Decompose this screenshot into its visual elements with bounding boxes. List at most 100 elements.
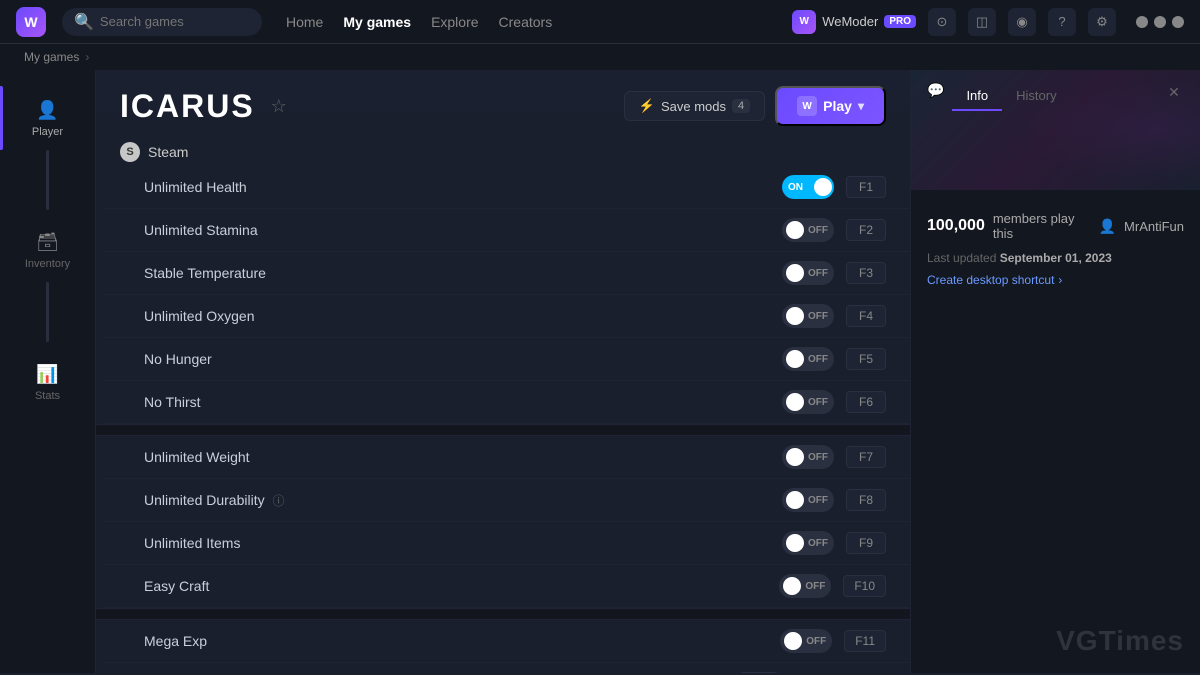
nav-creators[interactable]: Creators bbox=[499, 14, 553, 30]
tab-info[interactable]: Info bbox=[952, 82, 1002, 111]
sidebar-label-player: Player bbox=[32, 126, 63, 138]
breadcrumb-parent[interactable]: My games bbox=[24, 50, 79, 64]
toggle-no-hunger[interactable]: OFF bbox=[782, 347, 834, 371]
save-mods-button[interactable]: ⚡ Save mods 4 bbox=[624, 91, 765, 121]
steam-icon: S bbox=[120, 142, 140, 162]
wemodder-logo: W bbox=[792, 10, 816, 34]
mod-unlimited-oxygen: Unlimited Oxygen OFF F4 bbox=[104, 295, 910, 338]
toggle-unlimited-oxygen[interactable]: OFF bbox=[782, 304, 834, 328]
mod-name-unlimited-durability: Unlimited Durability ⓘ bbox=[144, 492, 770, 509]
sidebar-item-stats[interactable]: 📊 Stats bbox=[0, 350, 95, 414]
topnav: W 🔍 Home My games Explore Creators W WeM… bbox=[0, 0, 1200, 44]
search-bar[interactable]: 🔍 bbox=[62, 8, 262, 36]
info-icon-durability[interactable]: ⓘ bbox=[272, 494, 284, 508]
mod-name-stable-temperature: Stable Temperature bbox=[144, 265, 770, 281]
nav-icon-2[interactable]: ◫ bbox=[968, 8, 996, 36]
key-f1: F1 bbox=[846, 176, 886, 198]
chat-icon[interactable]: 💬 bbox=[927, 82, 944, 111]
sidebar-item-player[interactable]: 👤 Player bbox=[0, 86, 95, 150]
close-panel-button[interactable]: ✕ bbox=[1164, 82, 1184, 102]
save-count-badge: 4 bbox=[732, 99, 750, 113]
toggle-unlimited-durability[interactable]: OFF bbox=[782, 488, 834, 512]
nav-icon-settings[interactable]: ⚙ bbox=[1088, 8, 1116, 36]
main-layout: 👤 Player 🗃 Inventory 📊 Stats ICARUS ☆ ⚡ … bbox=[0, 70, 1200, 673]
game-title: ICARUS bbox=[120, 88, 255, 125]
mod-name-unlimited-health: Unlimited Health bbox=[144, 179, 770, 195]
close-button[interactable]: × bbox=[1172, 16, 1184, 28]
key-f2: F2 bbox=[846, 219, 886, 241]
key-f8: F8 bbox=[846, 489, 886, 511]
toggle-knob bbox=[786, 307, 804, 325]
maximize-button[interactable]: □ bbox=[1154, 16, 1166, 28]
play-label: Play bbox=[823, 98, 852, 114]
toggle-knob bbox=[786, 534, 804, 552]
panel-tabs: 💬 Info History ✕ bbox=[911, 70, 1200, 111]
nav-right: W WeModer PRO ⊙ ◫ ◉ ? ⚙ − □ × bbox=[792, 8, 1184, 36]
play-button[interactable]: W Play ▾ bbox=[775, 86, 886, 126]
toggle-unlimited-items[interactable]: OFF bbox=[782, 531, 834, 555]
nav-explore[interactable]: Explore bbox=[431, 14, 478, 30]
nav-my-games[interactable]: My games bbox=[343, 14, 411, 30]
mod-no-hunger: No Hunger OFF F5 bbox=[104, 338, 910, 381]
toggle-knob bbox=[786, 491, 804, 509]
mod-name-mega-exp: Mega Exp bbox=[144, 633, 768, 649]
window-controls: − □ × bbox=[1136, 16, 1184, 28]
panel-content: 100,000 members play this 👤 MrAntiFun La… bbox=[911, 111, 1200, 303]
breadcrumb-separator: › bbox=[85, 50, 89, 64]
mod-name-unlimited-oxygen: Unlimited Oxygen bbox=[144, 308, 770, 324]
user-badge: W WeModer PRO bbox=[792, 10, 916, 34]
stats-icon: 📊 bbox=[36, 362, 60, 386]
player-icon: 👤 bbox=[36, 98, 60, 122]
inventory-icon: 🗃 bbox=[36, 230, 60, 254]
toggle-unlimited-weight[interactable]: OFF bbox=[782, 445, 834, 469]
breadcrumb: My games › bbox=[0, 44, 1200, 70]
nav-icon-discord[interactable]: ◉ bbox=[1008, 8, 1036, 36]
toggle-knob bbox=[786, 350, 804, 368]
key-f5: F5 bbox=[846, 348, 886, 370]
play-logo: W bbox=[797, 96, 817, 116]
steam-header: S Steam bbox=[96, 134, 910, 166]
key-f7: F7 bbox=[846, 446, 886, 468]
section-divider-1 bbox=[96, 424, 910, 436]
members-count: 100,000 bbox=[927, 217, 985, 235]
members-text: members play this bbox=[993, 211, 1091, 241]
tab-history[interactable]: History bbox=[1002, 82, 1070, 111]
favorite-star[interactable]: ☆ bbox=[271, 96, 287, 117]
toggle-mega-exp[interactable]: OFF bbox=[780, 629, 832, 653]
sidebar-item-inventory[interactable]: 🗃 Inventory bbox=[0, 218, 95, 282]
mod-max-talent-points: Max Talent Points ⓘ OFF CTRL F1 bbox=[104, 663, 910, 673]
toggle-knob bbox=[786, 448, 804, 466]
nav-icon-help[interactable]: ? bbox=[1048, 8, 1076, 36]
key-f9: F9 bbox=[846, 532, 886, 554]
toggle-unlimited-health[interactable]: ON bbox=[782, 175, 834, 199]
nav-home[interactable]: Home bbox=[286, 14, 323, 30]
toggle-easy-craft[interactable]: OFF bbox=[779, 574, 831, 598]
key-f6: F6 bbox=[846, 391, 886, 413]
mod-unlimited-weight: Unlimited Weight OFF F7 bbox=[104, 436, 910, 479]
toggle-no-thirst[interactable]: OFF bbox=[782, 390, 834, 414]
desktop-arrow-icon: › bbox=[1058, 273, 1062, 287]
mod-no-thirst: No Thirst OFF F6 bbox=[104, 381, 910, 424]
minimize-button[interactable]: − bbox=[1136, 16, 1148, 28]
app-logo[interactable]: W bbox=[16, 7, 46, 37]
right-panel: 💬 Info History ✕ 100,000 members play th… bbox=[910, 70, 1200, 673]
mod-name-no-thirst: No Thirst bbox=[144, 394, 770, 410]
desktop-link-text: Create desktop shortcut bbox=[927, 273, 1054, 287]
toggle-max-talent-points[interactable]: OFF bbox=[733, 672, 785, 673]
desktop-shortcut-link[interactable]: Create desktop shortcut › bbox=[927, 273, 1184, 287]
toggle-stable-temperature[interactable]: OFF bbox=[782, 261, 834, 285]
sidebar: 👤 Player 🗃 Inventory 📊 Stats bbox=[0, 70, 96, 673]
sidebar-bar-2 bbox=[46, 282, 49, 342]
header-actions: ⚡ Save mods 4 W Play ▾ bbox=[624, 86, 886, 126]
key-f11: F11 bbox=[844, 630, 886, 652]
sidebar-bar-1 bbox=[46, 150, 49, 210]
last-updated-date: September 01, 2023 bbox=[1000, 251, 1112, 265]
updated-row: Last updated September 01, 2023 bbox=[927, 251, 1184, 265]
toggle-unlimited-stamina[interactable]: OFF bbox=[782, 218, 834, 242]
search-input[interactable] bbox=[100, 14, 250, 29]
toggle-knob bbox=[786, 221, 804, 239]
steam-label: Steam bbox=[148, 144, 188, 160]
mod-unlimited-items: Unlimited Items OFF F9 bbox=[104, 522, 910, 565]
nav-icon-1[interactable]: ⊙ bbox=[928, 8, 956, 36]
mod-name-unlimited-weight: Unlimited Weight bbox=[144, 449, 770, 465]
